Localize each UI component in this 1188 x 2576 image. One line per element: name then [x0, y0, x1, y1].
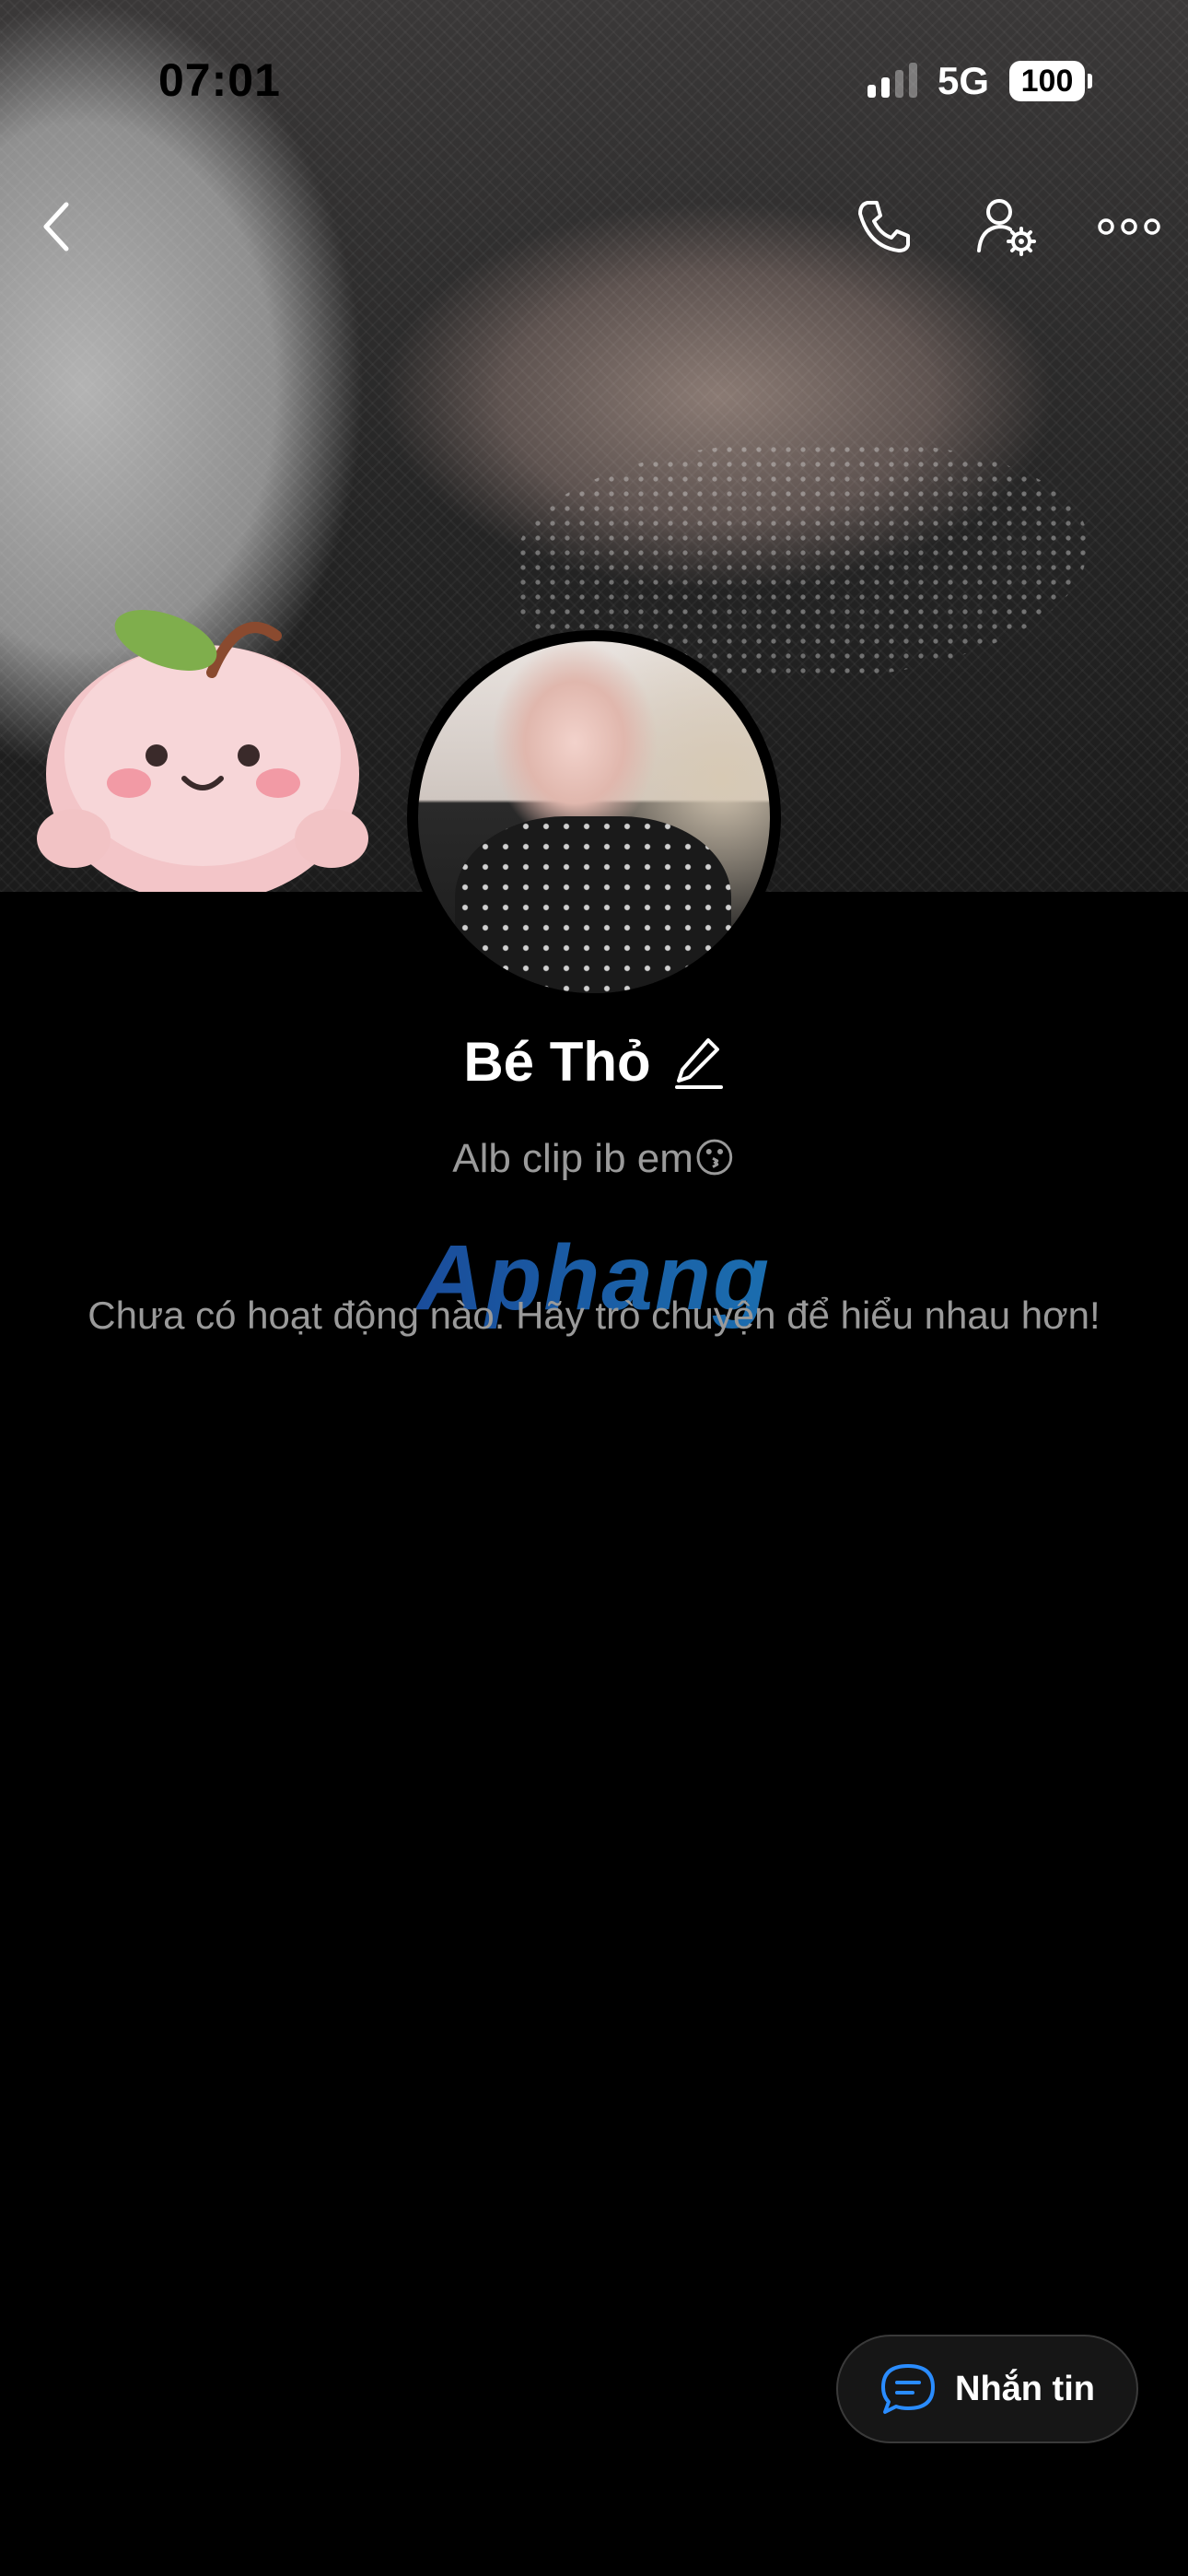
- call-button[interactable]: [849, 192, 919, 262]
- user-settings-button[interactable]: [972, 192, 1042, 262]
- profile-screen: 07:01 5G 100 Bé Thỏ Alb clip ib em😗 Apha…: [0, 0, 1188, 2576]
- signal-icon: [867, 63, 917, 98]
- profile-bio: Alb clip ib em😗: [452, 1136, 736, 1181]
- status-time: 07:01: [158, 54, 281, 106]
- pencil-icon: [674, 1037, 723, 1089]
- avatar[interactable]: [407, 630, 781, 1004]
- chevron-left-icon: [43, 202, 69, 252]
- profile-name-row: Bé Thỏ: [0, 1030, 1188, 1094]
- back-button[interactable]: [22, 192, 92, 262]
- status-indicators: 5G 100: [867, 59, 1092, 103]
- battery-indicator: 100: [1009, 61, 1092, 101]
- more-dots-icon: [1098, 218, 1160, 235]
- network-type: 5G: [937, 59, 989, 102]
- profile-name: Bé Thỏ: [463, 1031, 651, 1093]
- phone-icon: [858, 201, 910, 252]
- avatar-image: [418, 641, 770, 993]
- chat-bubble-icon: [881, 2364, 935, 2414]
- more-button[interactable]: [1094, 192, 1164, 262]
- battery-level: 100: [1020, 63, 1074, 99]
- message-button[interactable]: Nhắn tin: [836, 2335, 1138, 2443]
- peach-plush-image: [37, 610, 368, 892]
- avatar-dress: [455, 816, 731, 993]
- user-settings-icon: [977, 199, 1036, 256]
- edit-name-button[interactable]: [673, 1036, 725, 1089]
- empty-activity-message: Chưa có hoạt động nào. Hãy trò chuyện để…: [87, 1294, 1101, 1337]
- message-button-label: Nhắn tin: [955, 2369, 1095, 2408]
